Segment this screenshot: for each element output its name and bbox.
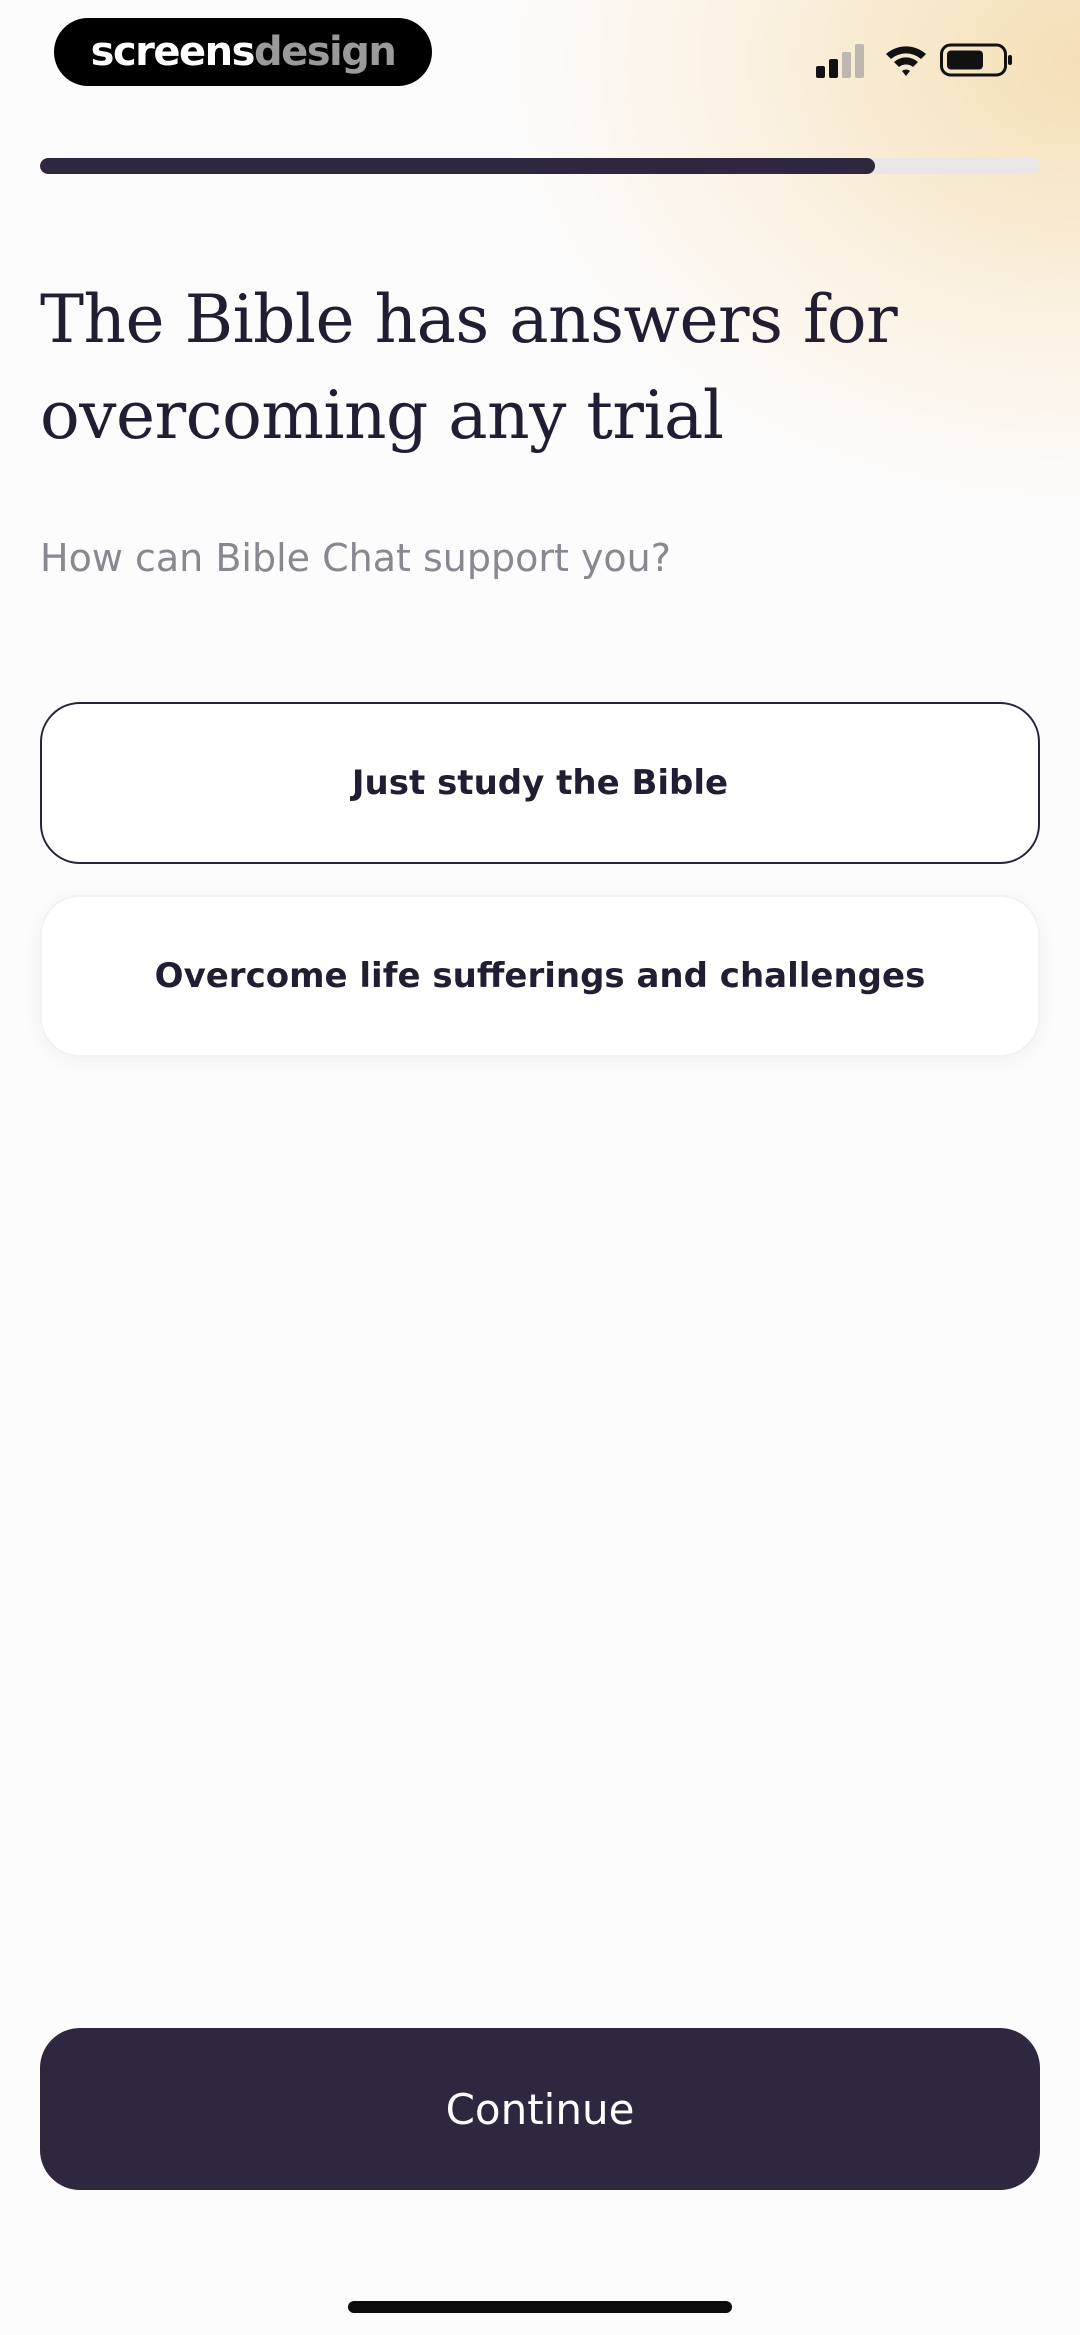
progress-bar [40,158,1040,174]
continue-button[interactable]: Continue [40,2028,1040,2190]
page-subtitle: How can Bible Chat support you? [40,536,671,580]
cellular-signal-icon [816,44,864,78]
home-indicator [348,2301,732,2313]
option-just-study-the-bible[interactable]: Just study the Bible [40,702,1040,864]
progress-bar-fill [40,158,875,174]
wifi-icon [886,46,926,76]
brand-logo-primary: screens [90,29,256,75]
option-overcome-life-sufferings[interactable]: Overcome life sufferings and challenges [40,895,1040,1057]
battery-icon [940,43,1012,77]
brand-logo-secondary: design [253,29,397,75]
brand-logo: screens design [54,18,432,86]
page-title: The Bible has answers for overcoming any… [40,281,898,454]
status-bar: screens design [0,0,1080,120]
